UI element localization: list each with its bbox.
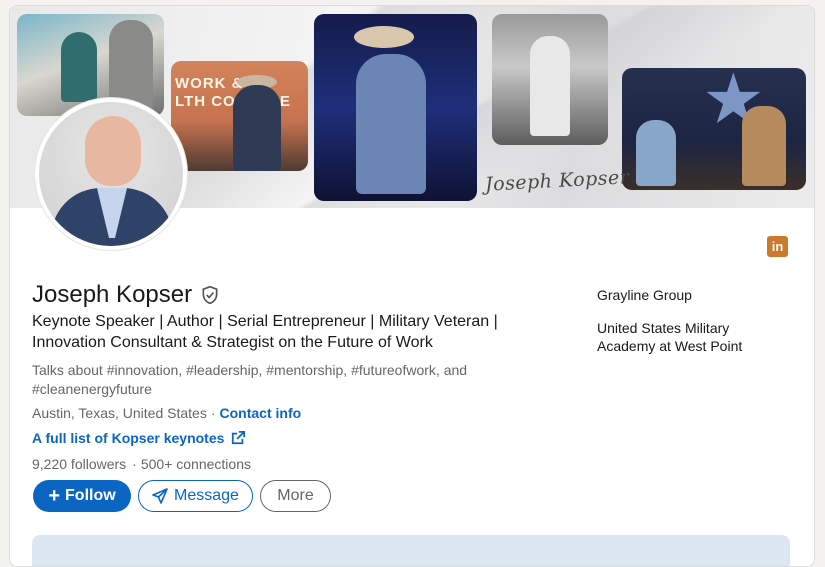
profile-headline: Keynote Speaker | Author | Serial Entrep…	[32, 313, 498, 351]
linkedin-icon[interactable]: in	[767, 236, 788, 257]
message-label: Message	[174, 487, 239, 504]
more-label: More	[277, 487, 314, 504]
separator-dot: ·	[132, 456, 137, 472]
education-school[interactable]: United States Military Academy at West P…	[597, 319, 762, 355]
experience-summary: Grayline Group United States Military Ac…	[597, 286, 797, 355]
website-link-label: A full list of Kopser keynotes	[32, 430, 225, 446]
follow-button[interactable]: + Follow	[33, 480, 131, 512]
paper-plane-icon	[152, 488, 168, 504]
message-button[interactable]: Message	[138, 480, 253, 512]
location-row: Austin, Texas, United States · Contact i…	[32, 404, 301, 422]
talks-about: Talks about #innovation, #leadership, #m…	[32, 362, 468, 397]
banner-signature: Joseph Kopser	[484, 166, 630, 196]
more-button[interactable]: More	[260, 480, 331, 512]
banner-photo-classroom	[492, 14, 608, 145]
name-row: Joseph Kopser	[32, 280, 220, 310]
banner-photo-conference: WORK &LTH CONF ICE	[171, 61, 308, 171]
profile-avatar[interactable]	[35, 98, 187, 250]
follow-label: Follow	[65, 487, 116, 504]
banner-photo-stage	[314, 14, 477, 201]
current-company[interactable]: Grayline Group	[597, 286, 797, 304]
profile-location: Austin, Texas, United States	[32, 405, 207, 421]
followers-count[interactable]: 9,220 followers	[32, 456, 126, 472]
plus-icon: +	[48, 485, 61, 507]
banner-photo-panel: ★	[622, 68, 806, 190]
connections-count[interactable]: 500+ connections	[141, 456, 251, 472]
profile-name: Joseph Kopser	[32, 281, 193, 308]
separator-dot: ·	[210, 405, 216, 421]
website-link[interactable]: A full list of Kopser keynotes	[32, 430, 246, 446]
contact-info-link[interactable]: Contact info	[220, 404, 302, 422]
shield-check-icon[interactable]	[200, 285, 220, 305]
network-stats: 9,220 followers · 500+ connections	[32, 456, 251, 472]
profile-card: WORK &LTH CONF ICE ★ Joseph Kopser in Jo…	[9, 5, 815, 567]
external-link-icon	[232, 431, 246, 445]
